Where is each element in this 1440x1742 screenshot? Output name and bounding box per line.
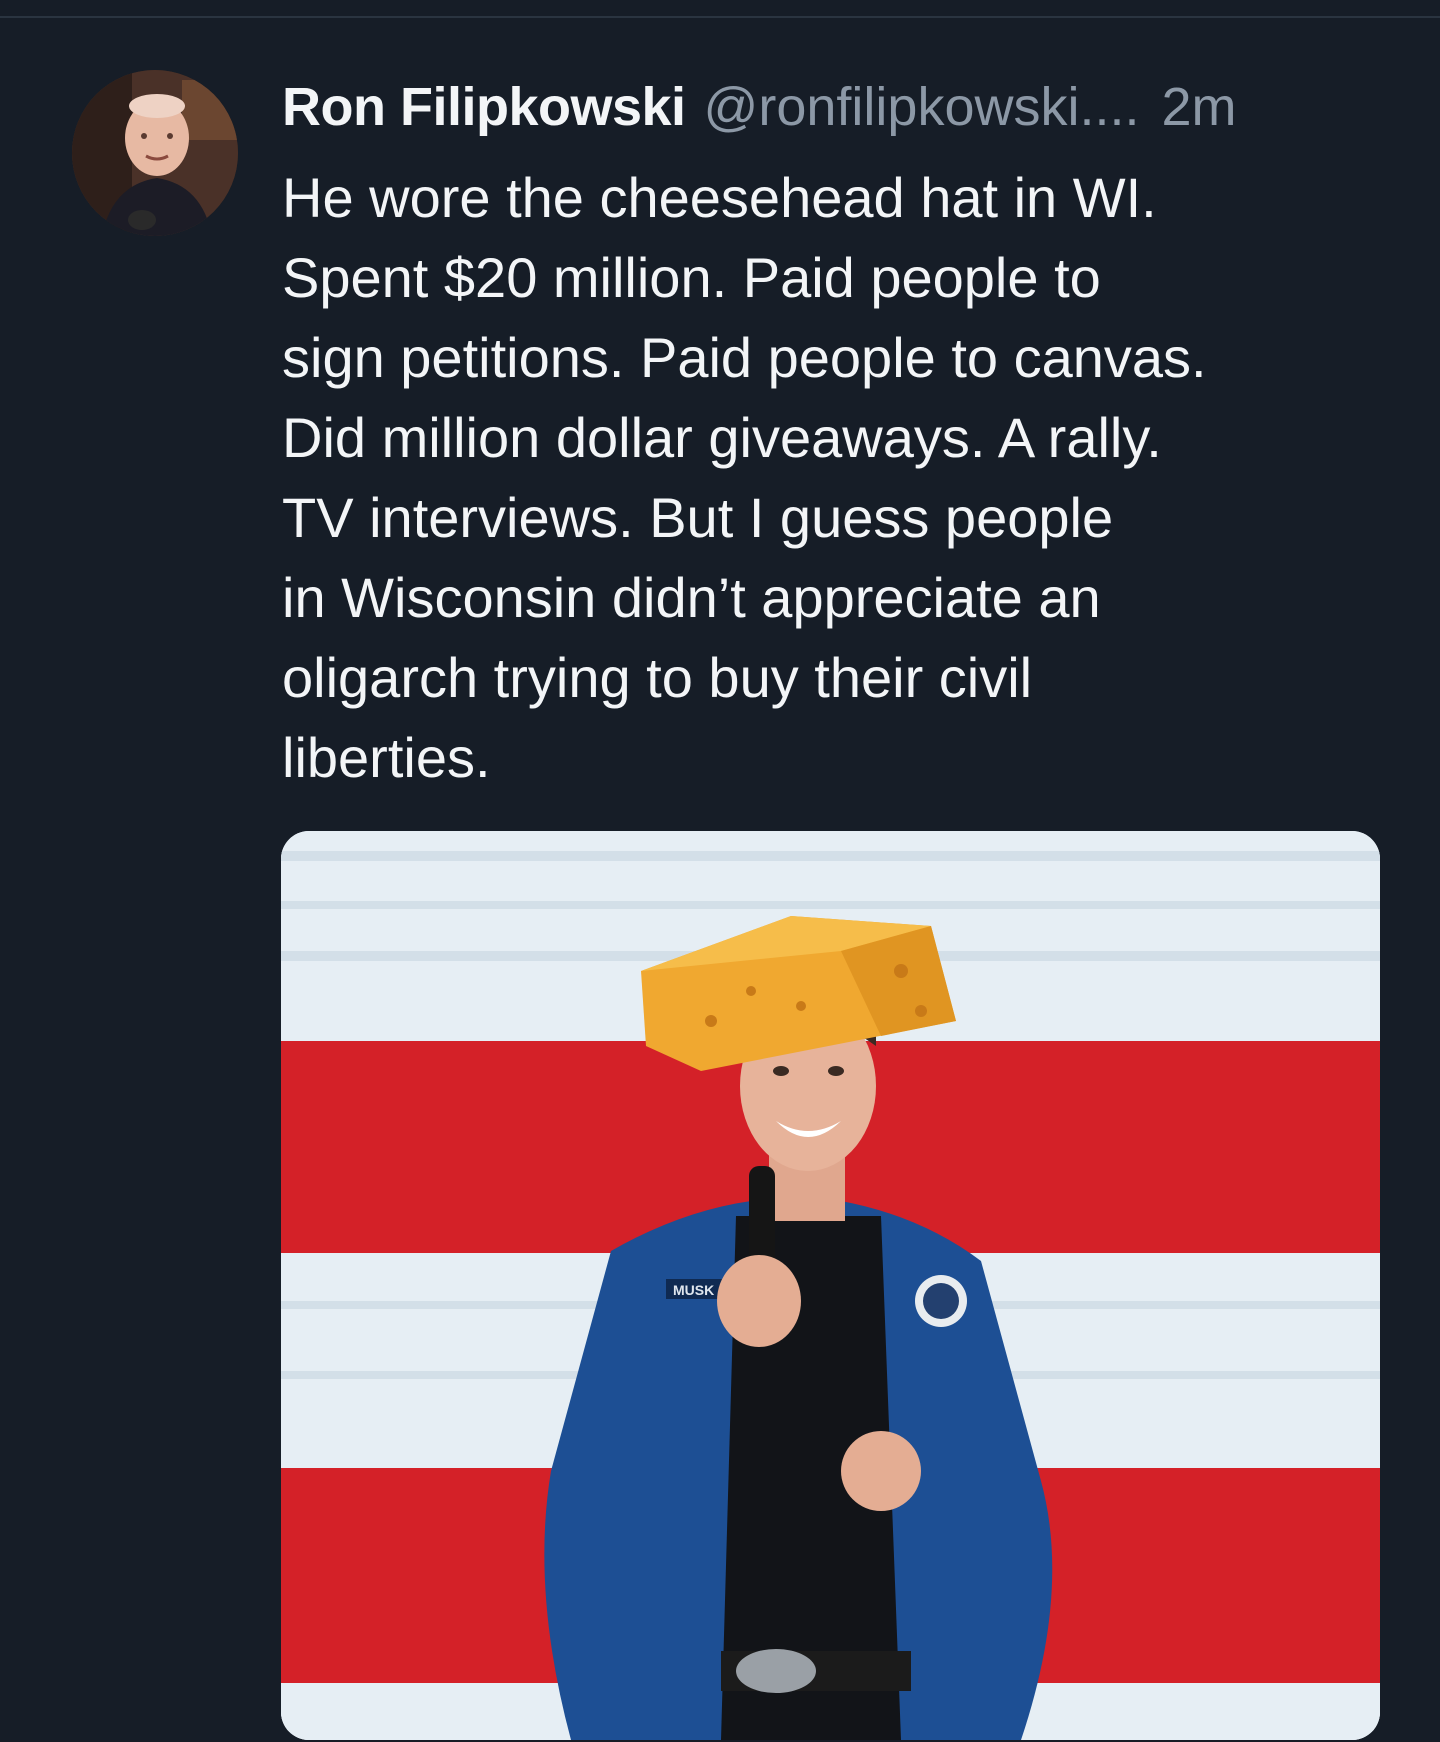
avatar-photo	[72, 70, 238, 236]
tweet-text-line: TV interviews. But I guess people	[282, 486, 1114, 549]
tweet-media-image[interactable]: MUSK	[281, 831, 1380, 1740]
author-name[interactable]: Ron Filipkowski	[282, 76, 686, 138]
avatar[interactable]	[72, 70, 238, 236]
timestamp[interactable]: 2m	[1161, 76, 1236, 138]
author-handle[interactable]: @ronfilipkowski....	[704, 76, 1140, 138]
media-photo: MUSK	[281, 831, 1380, 1740]
tweet-header: Ron Filipkowski @ronfilipkowski.... 2m	[282, 76, 1402, 148]
tweet-card[interactable]: Ron Filipkowski @ronfilipkowski.... 2m H…	[0, 0, 1440, 1742]
tweet-text-line: Did million dollar giveaways. A rally.	[282, 406, 1162, 469]
tweet-text-line: liberties.	[282, 726, 491, 789]
tweet-text-line: oligarch trying to buy their civil	[282, 646, 1033, 709]
tweet-text: He wore the cheesehead hat in WI. Spent …	[282, 158, 1392, 798]
tweet-text-line: sign petitions. Paid people to canvas.	[282, 326, 1207, 389]
tweet-text-line: Spent $20 million. Paid people to	[282, 246, 1101, 309]
tweet-text-line: He wore the cheesehead hat in WI.	[282, 166, 1157, 229]
tweet-text-line: in Wisconsin didn’t appreciate an	[282, 566, 1101, 629]
jacket-name-tag: MUSK	[673, 1282, 714, 1298]
